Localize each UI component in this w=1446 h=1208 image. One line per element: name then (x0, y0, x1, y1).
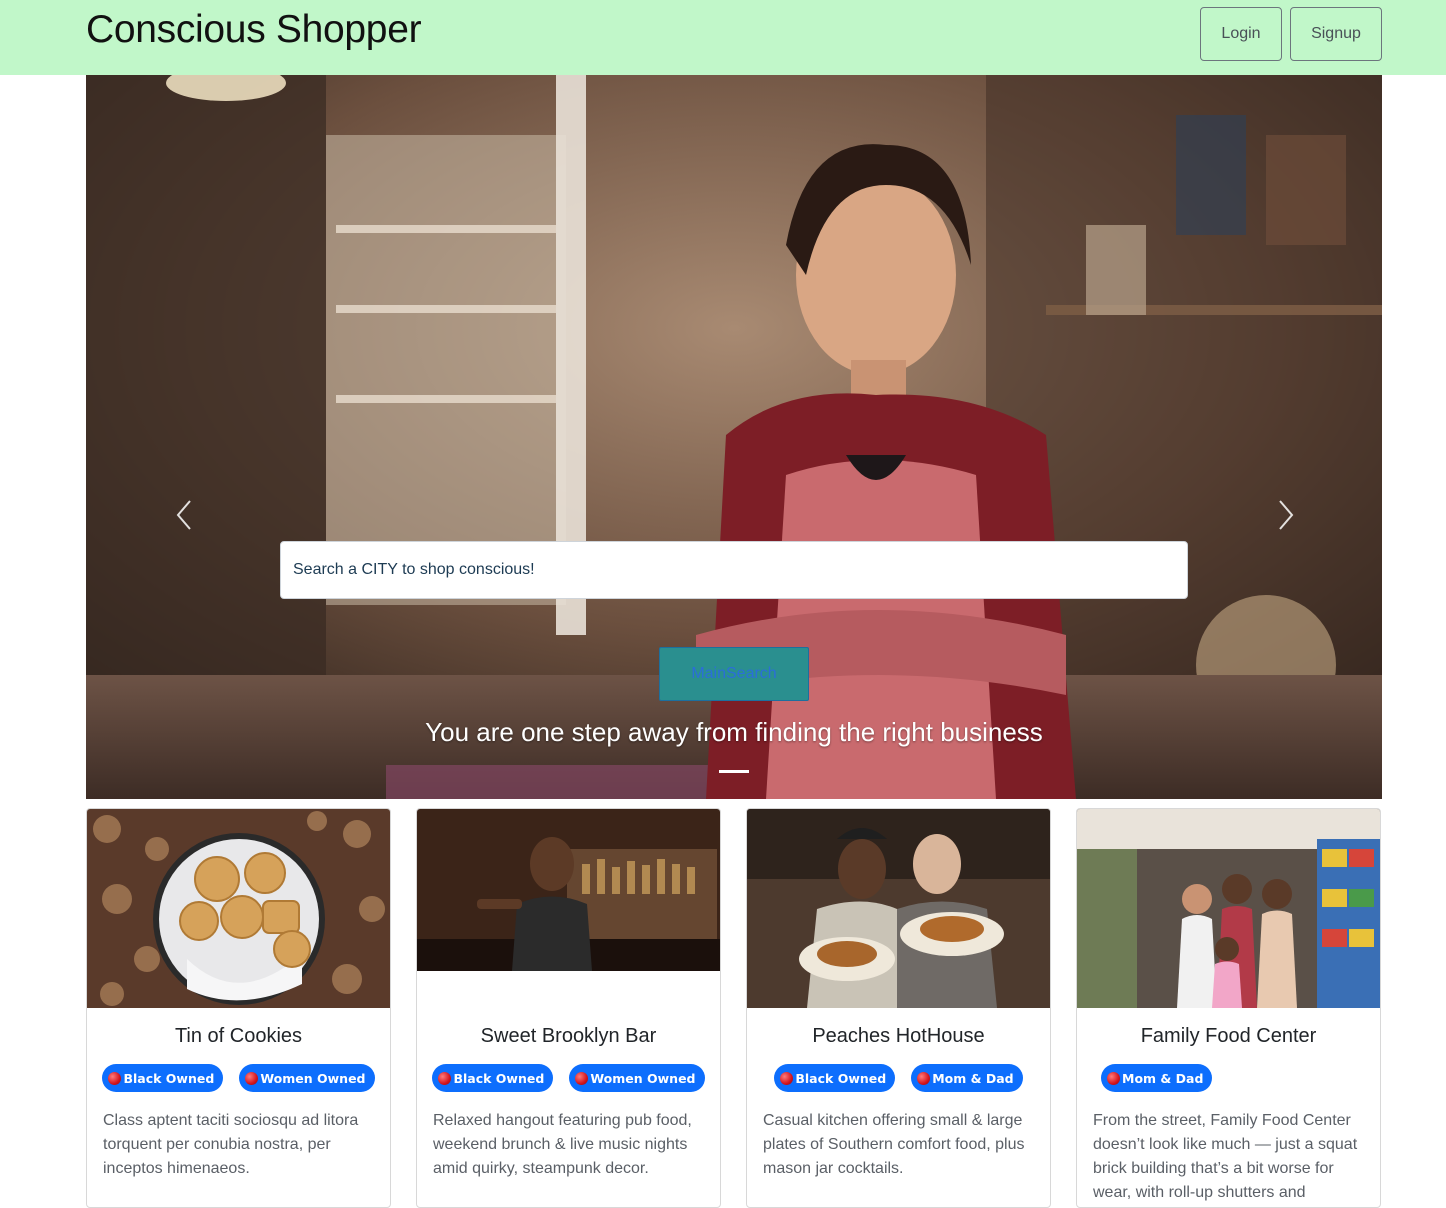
business-card[interactable]: Peaches HotHouse Black Owned Mom & Dad C… (746, 808, 1051, 1208)
navbar: Conscious Shopper Login Signup (0, 0, 1446, 75)
badge-mom-and-dad: Mom & Dad (911, 1064, 1023, 1092)
brand-title[interactable]: Conscious Shopper (86, 8, 422, 52)
carousel-prev-button[interactable] (170, 495, 200, 535)
badge-women-owned: Women Owned (239, 1064, 375, 1092)
chevron-left-icon (176, 500, 191, 530)
hero-carousel: MainSearch You are one step away from fi… (86, 75, 1382, 799)
red-dot-icon (780, 1071, 794, 1085)
red-dot-icon (245, 1071, 259, 1085)
signup-button[interactable]: Signup (1290, 7, 1382, 61)
card-image-restaurant (747, 809, 1050, 1008)
badge-list: Black Owned Women Owned (87, 1064, 390, 1092)
city-search-input[interactable] (280, 541, 1188, 599)
card-image-grocery (1077, 809, 1380, 1008)
red-dot-icon (438, 1071, 452, 1085)
business-card[interactable]: Tin of Cookies Black Owned Women Owned C… (86, 808, 391, 1208)
badge-mom-and-dad: Mom & Dad (1101, 1064, 1213, 1092)
hero-caption: You are one step away from finding the r… (425, 717, 1043, 747)
red-dot-icon (575, 1071, 589, 1085)
card-title[interactable]: Sweet Brooklyn Bar (417, 1025, 720, 1048)
card-description: Casual kitchen offering small & large pl… (763, 1112, 1025, 1177)
badge-list: Black Owned Mom & Dad (747, 1064, 1050, 1092)
card-title[interactable]: Family Food Center (1077, 1025, 1380, 1048)
business-card[interactable]: Family Food Center Mom & Dad From the st… (1076, 808, 1381, 1208)
card-description: Relaxed hangout featuring pub food, week… (433, 1112, 692, 1177)
card-description: Class aptent taciti sociosqu ad litora t… (103, 1112, 359, 1177)
badge-list: Mom & Dad (1077, 1064, 1380, 1092)
chevron-right-icon (1279, 500, 1294, 530)
red-dot-icon (1107, 1071, 1120, 1085)
carousel-indicator[interactable] (719, 770, 749, 773)
card-image-bar (417, 809, 720, 1008)
badge-black-owned: Black Owned (102, 1064, 224, 1092)
login-button[interactable]: Login (1200, 7, 1282, 61)
card-title[interactable]: Tin of Cookies (87, 1025, 390, 1048)
badge-black-owned: Black Owned (432, 1064, 554, 1092)
badge-black-owned: Black Owned (774, 1064, 896, 1092)
carousel-next-button[interactable] (1270, 495, 1300, 535)
red-dot-icon (917, 1071, 931, 1085)
red-dot-icon (108, 1071, 122, 1085)
badge-women-owned: Women Owned (569, 1064, 705, 1092)
business-card[interactable]: Sweet Brooklyn Bar Black Owned Women Own… (416, 808, 721, 1208)
badge-list: Black Owned Women Owned (417, 1064, 720, 1092)
card-image-cookies (87, 809, 390, 1008)
card-title[interactable]: Peaches HotHouse (747, 1025, 1050, 1048)
main-search-button[interactable]: MainSearch (659, 647, 809, 701)
